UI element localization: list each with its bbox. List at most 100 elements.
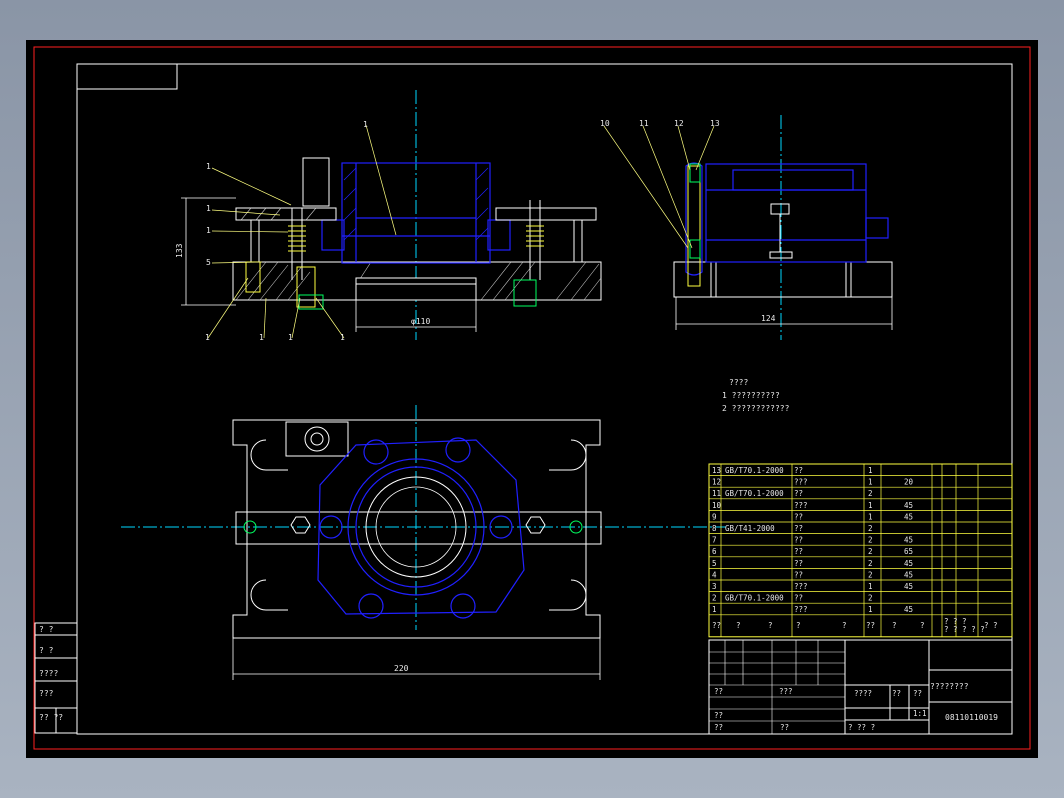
bom-header-cell: ? (736, 621, 741, 630)
tb-code: 08110110019 (945, 713, 998, 722)
tb-scale: ?? (913, 689, 922, 698)
sidebar-text-5: ?? ?? (39, 713, 63, 722)
bom-no: 1 (712, 605, 717, 614)
bom-no: 8 (712, 524, 717, 533)
bom-no: 13 (712, 466, 721, 475)
bom-material: 45 (904, 570, 913, 579)
bom-name: ?? (794, 536, 803, 545)
bom-name: ?? (794, 594, 803, 603)
balloon-5: 5 (206, 258, 211, 267)
bom-name: ??? (794, 478, 808, 487)
bom-header-cell: ? (842, 621, 847, 630)
dim-side: 124 (761, 314, 776, 323)
bom-header-cell: ? (892, 621, 897, 630)
bom-table: 13 GB/T70.1-2000?? 112??? 1 2011 GB/T70.1-200… (708, 463, 1013, 638)
bom-qty: 1 (868, 466, 873, 475)
bom-qty: 2 (868, 594, 873, 603)
cad-drawing-canvas: ? ? ? ? ???? ??? ?? ?? 133 φ110 1 1 1 5 … (26, 40, 1038, 758)
bom-no: 7 (712, 536, 717, 545)
bom-material: 45 (904, 605, 913, 614)
outer-frame (33, 46, 1031, 750)
notes-line-2: 2 ???????????? (722, 404, 790, 413)
balloon-12: 12 (674, 119, 684, 128)
bom-no: 10 (712, 501, 722, 510)
tb-process: ?? (714, 723, 723, 732)
bom-header-cell: ? (768, 621, 773, 630)
bom-no: 5 (712, 559, 717, 568)
bom-no: 12 (712, 478, 721, 487)
bom-qty: 2 (868, 570, 873, 579)
bom-material: 65 (904, 547, 913, 556)
bom-std: GB/T41-2000 (725, 524, 775, 533)
bom-qty: 2 (868, 536, 873, 545)
balloon-1g: 1 (340, 333, 345, 342)
bom-header-cell: ?? (712, 621, 721, 630)
sidebar-text-2: ? ? (39, 646, 54, 655)
bom-material: 45 (904, 582, 913, 591)
bom-name: ?? (794, 547, 803, 556)
bom-qty: 2 (868, 559, 873, 568)
balloon-1c: 1 (206, 226, 211, 235)
tb-std: ??? (779, 687, 793, 696)
dim-bore: φ110 (411, 317, 430, 326)
tb-name: ???????? (930, 682, 969, 691)
bom-name: ?? (794, 512, 803, 521)
bom-material: 45 (904, 559, 913, 568)
bom-qty: 1 (868, 582, 873, 591)
dim-height-133: 133 (175, 243, 184, 258)
bom-qty: 2 (868, 489, 873, 498)
bom-std: GB/T70.1-2000 (725, 466, 784, 475)
bom-material: 45 (904, 501, 913, 510)
bom-name: ?? (794, 489, 803, 498)
balloon-13: 13 (710, 119, 720, 128)
dim-width: 220 (394, 664, 409, 673)
balloon-11: 11 (639, 119, 649, 128)
bom-no: 4 (712, 570, 717, 579)
bom-header-cell: ? ? ? ? ? (944, 625, 985, 634)
bom-no: 6 (712, 547, 717, 556)
bom-material: 20 (904, 478, 914, 487)
balloon-main: 1 (363, 120, 368, 129)
bom-qty: 1 (868, 512, 873, 521)
bom-qty: 2 (868, 547, 873, 556)
bom-header-cell: ? (796, 621, 801, 630)
bom-name: ?? (794, 570, 803, 579)
bom-header-cell: ?? (866, 621, 875, 630)
tb-scale-val: 1:1 (913, 709, 927, 718)
tb-weight: ?? (892, 689, 901, 698)
bom-header-cell: ? ? (984, 621, 998, 630)
inner-frame (76, 63, 1013, 735)
bom-std: GB/T70.1-2000 (725, 594, 784, 603)
tb-approve: ?? (780, 723, 789, 732)
balloon-10: 10 (600, 119, 610, 128)
side-view: 124 10 11 12 13 (600, 115, 893, 340)
balloon-1a: 1 (206, 162, 211, 171)
tb-review: ?? (714, 711, 723, 720)
balloon-1e: 1 (259, 333, 264, 342)
sidebar-text-1: ? ? (39, 625, 54, 634)
bom-qty: 1 (868, 605, 873, 614)
notes-title: ???? (729, 378, 748, 387)
sidebar-text-4: ??? (39, 689, 54, 698)
tb-sheet: ? ?? ? (848, 723, 875, 732)
sidebar-text-3: ???? (39, 669, 58, 678)
bom-name: ?? (794, 524, 803, 533)
bom-material: 45 (904, 536, 913, 545)
bom-no: 9 (712, 512, 717, 521)
bom-name: ??? (794, 501, 808, 510)
top-view: 220 (121, 405, 726, 680)
top-left-tag-box (76, 63, 178, 90)
bom-qty: 2 (868, 524, 873, 533)
bom-no: 3 (712, 582, 717, 591)
tb-design: ?? (714, 687, 723, 696)
bom-material: 45 (904, 512, 913, 521)
bom-no: 2 (712, 594, 717, 603)
bom-qty: 1 (868, 478, 873, 487)
notes-line-1: 1 ?????????? (722, 391, 780, 400)
bom-name: ?? (794, 559, 803, 568)
bom-name: ??? (794, 582, 808, 591)
bom-qty: 1 (868, 501, 873, 510)
balloon-1d: 1 (205, 333, 210, 342)
balloon-1f: 1 (288, 333, 293, 342)
bom-name: ??? (794, 605, 808, 614)
